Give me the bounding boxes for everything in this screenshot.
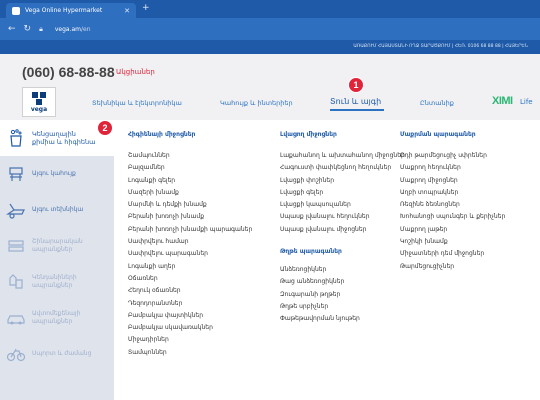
menu-link[interactable]: Թաց անձեռոցիկներ xyxy=(280,278,405,290)
column-heading[interactable]: Մաքրման պարագաներ xyxy=(400,131,505,138)
menu-link[interactable]: Զուգարանի թղթեր xyxy=(280,291,405,303)
bike-icon xyxy=(6,348,26,362)
garden-tools-icon xyxy=(6,203,25,219)
menu-link[interactable]: Լաքահանող և ախտահանող միջոցներ xyxy=(280,152,405,164)
menu-link[interactable]: Շամպուններ xyxy=(128,152,252,164)
back-icon[interactable]: ← xyxy=(8,24,16,34)
menu-link[interactable]: Խոհանոցի սպունգեր և քերիչներ xyxy=(400,213,505,225)
browser-tab[interactable]: Vega Online Hypermarket ✕ xyxy=(6,3,136,18)
menu-link[interactable]: Թարմեցուցիչներ xyxy=(400,263,505,275)
menu-link[interactable]: Թղթե սրբիչներ xyxy=(280,303,405,315)
main-nav: Տեխնիկա և էլեկտրոնիկա Կահույք և ինտերիեր… xyxy=(92,95,533,111)
phone-number[interactable]: (060) 68-88-88 xyxy=(22,64,115,80)
menu-link[interactable]: Լոգանքի գելեր xyxy=(128,177,252,189)
menu-link[interactable]: Սպասք լվանալու հեղուկներ xyxy=(280,213,405,225)
active-nav-underline xyxy=(330,109,384,111)
sidebar-item-garden-tools[interactable]: Այգու տեխնիկա xyxy=(0,192,114,228)
sidebar-item-car[interactable]: Ավտոմեքենայի ապրանքներ xyxy=(0,300,114,336)
menu-link[interactable]: Օդի թարմեցուցիչ սփրեներ xyxy=(400,152,505,164)
column-heading[interactable]: Հիգիենայի միջոցներ xyxy=(128,131,252,138)
promo-link[interactable]: Ակցիաներ xyxy=(116,68,155,76)
new-tab-icon[interactable]: + xyxy=(142,3,150,13)
menu-link[interactable]: Բերանի խոռոչի խնամք xyxy=(128,213,252,225)
category-sidebar: Կենցաղային քիմիա և հիգիենա Այգու կահույք… xyxy=(0,120,114,400)
sidebar-item-garden-furniture[interactable]: Այգու կահույք xyxy=(0,156,114,192)
menu-link[interactable]: Հեղուկ օճառներ xyxy=(128,287,252,299)
column-heading[interactable]: Լվացող միջոցներ xyxy=(280,131,405,138)
sidebar-item-label: Սպորտ և ժամանց xyxy=(32,350,92,357)
column-subheading[interactable]: Թղթե պարագաներ xyxy=(280,248,405,255)
sidebar-item-label: Ավտոմեքենայի ապրանքներ xyxy=(32,310,81,325)
menu-link[interactable]: Բալզամներ xyxy=(128,164,252,176)
menu-link[interactable]: Սափրվելու պարագաներ xyxy=(128,250,252,262)
ximi-logo-suffix: Life xyxy=(520,98,533,106)
sidebar-item-construction[interactable]: Շինարարական ապրանքներ xyxy=(0,228,114,264)
cleaning-icon xyxy=(10,129,22,147)
sidebar-item-label: Կենցաղային քիմիա և հիգիենա xyxy=(32,130,96,146)
menu-link[interactable]: Դեզոդորանտներ xyxy=(128,300,252,312)
menu-link[interactable]: Լվացքի փոշիներ xyxy=(280,177,405,189)
menu-column-detergents: Լվացող միջոցներ Լաքահանող և ախտահանող մի… xyxy=(280,131,405,328)
menu-link[interactable]: Բերանի խոռոչի խնամքի պարագաներ xyxy=(128,226,252,238)
menu-link[interactable]: Օճառներ xyxy=(128,275,252,287)
info-text: ԱՌԱՔՈՒՄ ՀԱՅԱՍՏԱՆԻ ՈՂՋ ՏԱՐԱԾՔՈՒՄ | ՀԵՌ. 0… xyxy=(353,44,528,49)
url-field[interactable]: vega.am/en xyxy=(55,26,91,33)
nav-item-family[interactable]: Ընտանիք xyxy=(420,99,454,107)
menu-link[interactable]: Մաքրող հեղուկներ xyxy=(400,164,505,176)
top-info-bar: ԱՌԱՔՈՒՄ ՀԱՅԱՍՏԱՆԻ ՈՂՋ ՏԱՐԱԾՔՈՒՄ | ՀԵՌ. 0… xyxy=(0,40,540,54)
construction-icon xyxy=(8,240,24,252)
menu-link[interactable]: Մաքրող լաթեր xyxy=(400,226,505,238)
sidebar-item-label: Կենդանիների ապրանքներ xyxy=(32,274,77,289)
nav-item-electronics[interactable]: Տեխնիկա և էլեկտրոնիկա xyxy=(92,99,182,107)
menu-link[interactable]: Բամբակյա սկավառակներ xyxy=(128,324,252,336)
menu-link[interactable]: Փաթեթավորման նյութեր xyxy=(280,315,405,327)
browser-tab-strip: Vega Online Hypermarket ✕ + xyxy=(0,0,540,18)
menu-link[interactable]: Հագուստի փափկեցնող հեղուկներ xyxy=(280,164,405,176)
menu-link[interactable]: Բամբակյա փայտիկներ xyxy=(128,312,252,324)
pet-icon xyxy=(9,274,23,289)
menu-link[interactable]: Սափրվելու համար xyxy=(128,238,252,250)
close-tab-icon[interactable]: ✕ xyxy=(124,7,130,15)
menu-link[interactable]: Մազերի խնամք xyxy=(128,189,252,201)
menu-link[interactable]: Լվացքի գելեր xyxy=(280,189,405,201)
menu-link[interactable]: Մարմնի և դեմքի խնամք xyxy=(128,201,252,213)
menu-link[interactable]: Տամպոններ xyxy=(128,349,252,361)
menu-link[interactable]: Լոգանքի աղեր xyxy=(128,263,252,275)
menu-link[interactable]: Միջադիրներ xyxy=(128,336,252,348)
annotation-badge-2: 2 xyxy=(97,120,113,136)
nav-item-furniture[interactable]: Կահույք և ինտերիեր xyxy=(220,99,293,107)
logo-mark-icon xyxy=(32,92,47,106)
menu-link[interactable]: Ռեզինե ձեռնոցներ xyxy=(400,201,505,213)
ximi-logo[interactable]: XIMI xyxy=(492,95,513,107)
reload-icon[interactable]: ↻ xyxy=(24,24,32,34)
menu-link[interactable]: Լվացքի կապսուլաներ xyxy=(280,201,405,213)
menu-link[interactable]: Աղբի տոպրակներ xyxy=(400,189,505,201)
garden-furniture-icon xyxy=(9,167,23,181)
annotation-badge-1: 1 xyxy=(348,77,364,93)
menu-column-cleaning: Մաքրման պարագաներ Օդի թարմեցուցիչ սփրենե… xyxy=(400,131,505,275)
logo-text: vega xyxy=(30,106,48,113)
car-icon xyxy=(7,315,25,325)
sidebar-item-pets[interactable]: Կենդանիների ապրանքներ xyxy=(0,264,114,300)
sidebar-item-label: Շինարարական ապրանքներ xyxy=(32,238,83,253)
nav-item-home-garden[interactable]: Տուն և այգի xyxy=(330,97,381,106)
menu-link[interactable]: Մաքրող միջոցներ xyxy=(400,177,505,189)
menu-column-hygiene: Հիգիենայի միջոցներ Շամպուններ Բալզամներ … xyxy=(128,131,252,361)
menu-link[interactable]: Կոշիկի խնամք xyxy=(400,238,505,250)
address-bar: ← ↻ 🔒︎ vega.am/en xyxy=(0,18,540,40)
menu-link[interactable]: Սպասք լվանալու միջոցներ xyxy=(280,226,405,238)
sidebar-item-label: Այգու տեխնիկա xyxy=(32,206,84,213)
tab-title: Vega Online Hypermarket xyxy=(25,7,103,14)
sidebar-item-sport[interactable]: Սպորտ և ժամանց xyxy=(0,336,114,372)
vega-logo[interactable]: vega xyxy=(22,87,56,117)
menu-link[interactable]: Անձեռոցիկներ xyxy=(280,266,405,278)
menu-link[interactable]: Միջատների դեմ միջոցներ xyxy=(400,250,505,262)
sidebar-item-label: Այգու կահույք xyxy=(32,170,76,177)
lock-icon: 🔒︎ xyxy=(39,24,43,33)
favicon-icon xyxy=(12,6,20,15)
site-header: (060) 68-88-88 Ակցիաներ vega Տեխնիկա և է… xyxy=(0,54,540,120)
